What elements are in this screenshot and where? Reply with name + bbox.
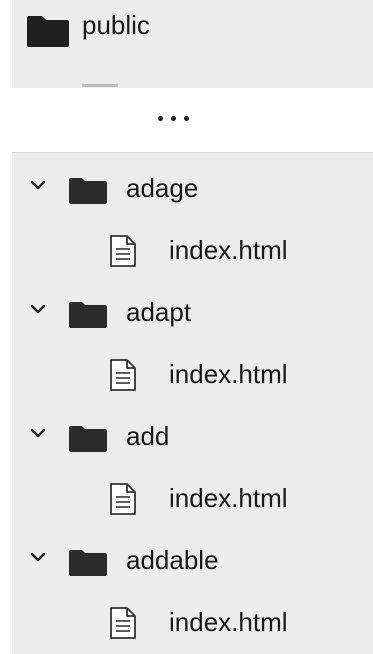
tree-file-row[interactable]: index.html — [12, 467, 373, 529]
folder-icon — [69, 550, 107, 576]
tree-file-row[interactable]: index.html — [12, 591, 373, 653]
file-document-icon — [110, 235, 136, 267]
folder-icon — [27, 16, 69, 47]
file-document-icon — [110, 359, 136, 391]
file-label: index.html — [169, 607, 288, 637]
folder-icon — [69, 178, 107, 204]
file-document-icon — [110, 607, 136, 639]
chevron-down-icon[interactable] — [30, 179, 46, 191]
chevron-down-icon[interactable] — [30, 551, 46, 563]
folder-icon — [69, 426, 107, 452]
tree-folder-row[interactable]: addable — [12, 529, 373, 591]
file-label: index.html — [169, 359, 288, 389]
file-document-icon — [110, 483, 136, 515]
file-label: index.html — [169, 483, 288, 513]
ellipsis-icon — [158, 116, 189, 121]
partial-row-divider — [82, 84, 118, 87]
folder-tree: adage index.html adapt index.html add in… — [12, 152, 373, 654]
folder-icon — [69, 302, 107, 328]
chevron-down-icon[interactable] — [30, 427, 46, 439]
tree-folder-row[interactable]: adage — [12, 157, 373, 219]
collapsed-items-indicator[interactable] — [0, 88, 373, 152]
tree-folder-row[interactable]: adapt — [12, 281, 373, 343]
folder-label: adage — [126, 173, 199, 203]
folder-label: add — [126, 421, 170, 451]
folder-label: addable — [126, 545, 219, 575]
folder-label: adapt — [126, 297, 192, 327]
tree-file-row[interactable]: index.html — [12, 343, 373, 405]
chevron-down-icon[interactable] — [30, 303, 46, 315]
tree-folder-row[interactable]: add — [12, 405, 373, 467]
root-folder-row[interactable]: public — [12, 0, 373, 88]
file-label: index.html — [169, 235, 288, 265]
tree-file-row[interactable]: index.html — [12, 219, 373, 281]
root-folder-label: public — [82, 10, 150, 40]
